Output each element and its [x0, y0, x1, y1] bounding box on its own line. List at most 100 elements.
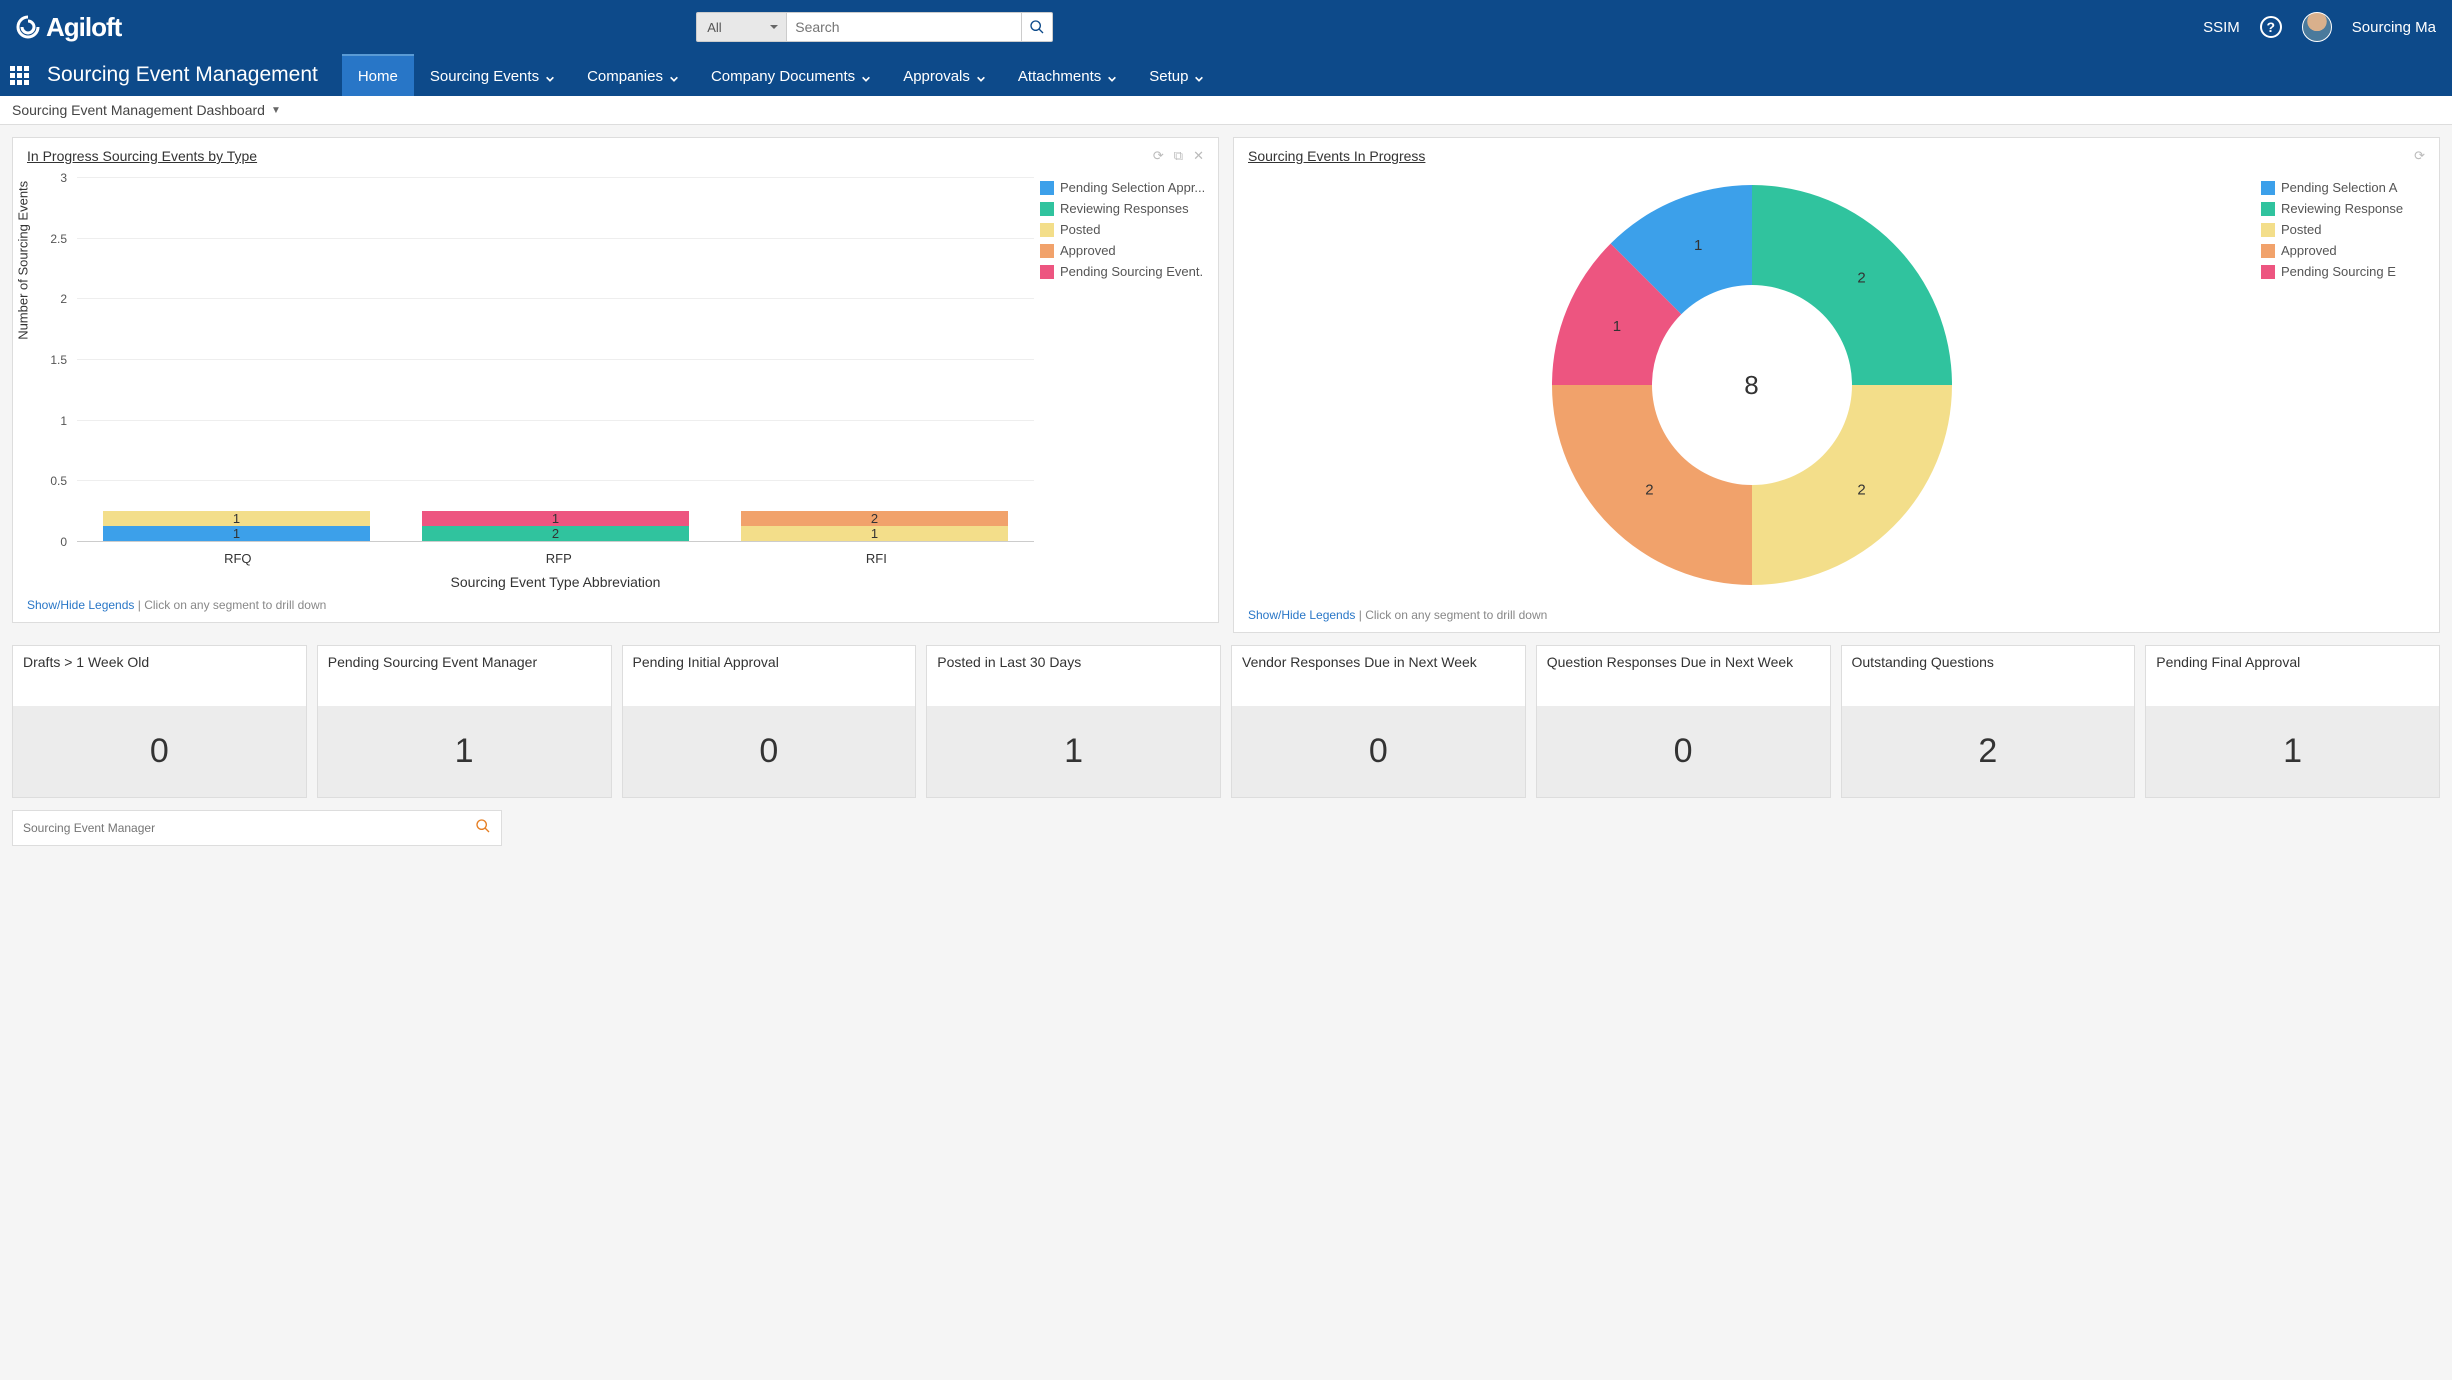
donut-segment-label: 1 [1612, 318, 1620, 335]
nav-item-home[interactable]: Home [342, 54, 414, 96]
donut-center-total: 8 [1744, 370, 1758, 401]
legend-swatch [2261, 244, 2275, 258]
kpi-card[interactable]: Drafts > 1 Week Old0 [12, 645, 307, 798]
chevron-down-icon [545, 71, 555, 81]
bar-segment[interactable]: 1 [422, 511, 690, 526]
username-label[interactable]: Sourcing Ma [2352, 19, 2436, 36]
legend-swatch [2261, 202, 2275, 216]
legend-item[interactable]: Posted [1040, 222, 1204, 237]
kpi-label: Question Responses Due in Next Week [1537, 646, 1830, 706]
search-icon [1029, 19, 1045, 35]
bar-segment[interactable]: 2 [741, 511, 1009, 526]
bar-group[interactable]: 21 [422, 511, 690, 541]
toggle-legend-link[interactable]: Show/Hide Legends [27, 598, 134, 612]
legend-label: Pending Selection A [2281, 180, 2397, 195]
legend-swatch [1040, 202, 1054, 216]
donut-chart-legend: Pending Selection A Reviewing Response Pos… [2255, 170, 2425, 600]
nav-item-approvals[interactable]: Approvals [887, 54, 1002, 96]
legend-item[interactable]: Pending Selection A [2261, 180, 2425, 195]
x-tick-label: RFI [866, 551, 887, 566]
bar-segment[interactable]: 1 [103, 526, 371, 541]
brand-name: Agiloft [46, 12, 121, 43]
bar-segment[interactable]: 1 [103, 511, 371, 526]
bottom-search-button[interactable] [465, 818, 501, 839]
bar-segment[interactable]: 1 [741, 526, 1009, 541]
nav-item-label: Attachments [1018, 68, 1101, 85]
kpi-value: 1 [318, 706, 611, 797]
y-tick: 1 [60, 414, 67, 428]
bar-segment[interactable]: 2 [422, 526, 690, 541]
x-tick-label: RFQ [224, 551, 251, 566]
nav-item-companies[interactable]: Companies [571, 54, 695, 96]
kpi-label: Drafts > 1 Week Old [13, 646, 306, 706]
kpi-row: Drafts > 1 Week Old0Pending Sourcing Eve… [0, 645, 2452, 810]
bar-chart-wrapper: Number of Sourcing Events 00.511.522.53 … [27, 170, 1204, 590]
legend-label: Reviewing Responses [1060, 201, 1189, 216]
bar-chart[interactable]: Number of Sourcing Events 00.511.522.53 … [27, 170, 1034, 590]
chart-grid: 112112 [77, 178, 1034, 542]
kpi-group-right: Vendor Responses Due in Next Week0Questi… [1231, 645, 2440, 798]
search-input[interactable] [786, 12, 1021, 42]
kpi-card[interactable]: Vendor Responses Due in Next Week0 [1231, 645, 1526, 798]
bottom-search-input[interactable] [13, 821, 465, 835]
ssim-link[interactable]: SSIM [2203, 19, 2240, 36]
nav-item-attachments[interactable]: Attachments [1002, 54, 1133, 96]
kpi-card[interactable]: Outstanding Questions2 [1841, 645, 2136, 798]
legend-swatch [2261, 223, 2275, 237]
search-scope-select[interactable]: All [696, 12, 786, 42]
nav-item-label: Approvals [903, 68, 970, 85]
legend-label: Posted [1060, 222, 1100, 237]
kpi-card[interactable]: Pending Final Approval1 [2145, 645, 2440, 798]
kpi-value: 2 [1842, 706, 2135, 797]
x-tick-label: RFP [546, 551, 572, 566]
kpi-card[interactable]: Posted in Last 30 Days1 [926, 645, 1221, 798]
kpi-value: 0 [1232, 706, 1525, 797]
nav-item-setup[interactable]: Setup [1133, 54, 1220, 96]
nav-item-label: Companies [587, 68, 663, 85]
donut-segment-label: 2 [1857, 269, 1865, 286]
kpi-group-left: Drafts > 1 Week Old0Pending Sourcing Eve… [12, 645, 1221, 798]
nav-item-sourcing-events[interactable]: Sourcing Events [414, 54, 571, 96]
kpi-card[interactable]: Pending Initial Approval0 [622, 645, 917, 798]
kpi-value: 0 [623, 706, 916, 797]
panel-title[interactable]: In Progress Sourcing Events by Type [27, 148, 257, 164]
kpi-card[interactable]: Question Responses Due in Next Week0 [1536, 645, 1831, 798]
legend-item[interactable]: Pending Sourcing E [2261, 264, 2425, 279]
legend-item[interactable]: Pending Sourcing Event... [1040, 264, 1204, 279]
nav-item-company-documents[interactable]: Company Documents [695, 54, 887, 96]
kpi-card[interactable]: Pending Sourcing Event Manager1 [317, 645, 612, 798]
popout-icon[interactable]: ⧉ [1174, 148, 1183, 164]
help-icon[interactable]: ? [2260, 16, 2282, 38]
legend-label: Pending Sourcing E [2281, 264, 2396, 279]
chart-footer: Show/Hide Legends | Click on any segment… [1248, 608, 2425, 622]
refresh-icon[interactable]: ⟳ [2414, 148, 2425, 164]
legend-item[interactable]: Approved [1040, 243, 1204, 258]
toggle-legend-link[interactable]: Show/Hide Legends [1248, 608, 1355, 622]
legend-item[interactable]: Reviewing Responses [1040, 201, 1204, 216]
legend-item[interactable]: Approved [2261, 243, 2425, 258]
nav-item-label: Setup [1149, 68, 1188, 85]
chevron-down-icon [1194, 71, 1204, 81]
search-button[interactable] [1021, 12, 1053, 42]
nav-item-label: Sourcing Events [430, 68, 539, 85]
bar-group[interactable]: 12 [741, 511, 1009, 541]
legend-item[interactable]: Posted [2261, 222, 2425, 237]
legend-label: Approved [2281, 243, 2337, 258]
apps-grid-icon[interactable] [10, 66, 29, 85]
kpi-label: Vendor Responses Due in Next Week [1232, 646, 1525, 706]
legend-item[interactable]: Reviewing Response [2261, 201, 2425, 216]
refresh-icon[interactable]: ⟳ [1153, 148, 1164, 164]
bar-group[interactable]: 11 [103, 511, 371, 541]
legend-swatch [2261, 181, 2275, 195]
user-avatar[interactable] [2302, 12, 2332, 42]
chevron-down-icon [976, 71, 986, 81]
close-icon[interactable]: ✕ [1193, 148, 1204, 164]
footer-hint: | Click on any segment to drill down [134, 598, 326, 612]
y-ticks: 00.511.522.53 [27, 178, 73, 542]
legend-item[interactable]: Pending Selection Appr... [1040, 180, 1204, 195]
panel-title[interactable]: Sourcing Events In Progress [1248, 148, 1425, 164]
breadcrumb[interactable]: Sourcing Event Management Dashboard ▼ [0, 96, 2452, 125]
footer-hint: | Click on any segment to drill down [1355, 608, 1547, 622]
donut-chart[interactable]: 12221 8 [1248, 170, 2255, 600]
brand-logo[interactable]: Agiloft [16, 12, 121, 43]
